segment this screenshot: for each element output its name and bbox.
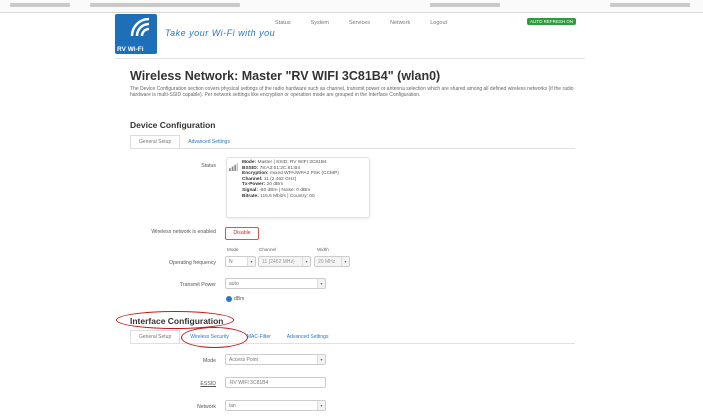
nav-services[interactable]: Services (349, 20, 370, 26)
nav-status[interactable]: Status (275, 20, 291, 26)
top-navigation: Status System Services Network Logout (275, 20, 447, 26)
dbm-help: dBm (226, 296, 244, 302)
chevron-down-icon: ▾ (317, 355, 325, 364)
status-value: Master | SSID: RV WIFI 3C81B4 (256, 160, 327, 165)
top-divider (0, 12, 703, 13)
interface-mode-value: Access Point (229, 357, 258, 363)
chevron-down-icon: ▾ (341, 257, 349, 266)
network-label: Network (196, 404, 216, 410)
status-line-bitrate: Bitrate: 115.6 Mbit/s | Country: 00 (242, 194, 339, 200)
status-value: 115.6 Mbit/s | Country: 00 (258, 193, 315, 199)
mode-label: Mode (203, 358, 216, 364)
status-details: Mode: Master | SSID: RV WIFI 3C81B4 BSSI… (242, 160, 339, 199)
chevron-down-icon: ▾ (247, 257, 255, 266)
device-config-heading: Device Configuration (130, 120, 216, 130)
channel-sublabel: Channel (259, 247, 277, 252)
channel-select-value: 11 (2462 MHz) (262, 259, 295, 265)
width-select-value: 20 MHz (318, 259, 336, 265)
nav-logout[interactable]: Logout (430, 20, 447, 26)
nav-network[interactable]: Network (390, 20, 410, 26)
network-select[interactable]: lan ▾ (225, 400, 326, 411)
status-key: Mode: (242, 160, 257, 165)
tagline: Take your Wi-Fi with you (165, 28, 276, 38)
disable-button[interactable]: Disable (225, 227, 259, 240)
transmit-power-value: auto (229, 281, 239, 287)
mode-sublabel: Mode (227, 247, 239, 252)
browser-chrome (0, 0, 703, 12)
status-value: -60 dBm | Noise: 0 dBm (258, 187, 311, 193)
auto-refresh-badge[interactable]: AUTO REFRESH ON (527, 18, 577, 25)
help-icon (226, 296, 232, 302)
wifi-icon (130, 17, 150, 37)
rv-wifi-logo[interactable]: RV Wi-Fi (115, 14, 157, 54)
network-value: lan (229, 403, 236, 409)
mode-select[interactable]: N ▾ (225, 256, 256, 267)
dbm-text: dBm (234, 296, 245, 302)
status-key: BSSID: (242, 165, 259, 171)
chevron-down-icon: ▾ (317, 279, 325, 288)
interface-mode-select[interactable]: Access Point ▾ (225, 354, 326, 365)
logo-text: RV Wi-Fi (117, 46, 144, 53)
mode-select-value: N (229, 259, 233, 265)
status-key: Bitrate: (242, 193, 259, 199)
status-value: 78:A3:51:3C:81:B4 (258, 165, 301, 171)
channel-select[interactable]: 11 (2462 MHz) ▾ (258, 256, 311, 267)
essid-label: ESSID (200, 381, 216, 387)
device-config-tabs: General Setup Advanced Settings (130, 135, 238, 148)
status-label: Status (201, 163, 216, 169)
status-value: mixed WPA/WPA2 PSK (CCMP) (268, 171, 339, 177)
signal-icon (229, 162, 238, 171)
chevron-down-icon: ▾ (302, 257, 310, 266)
essid-input[interactable]: RV WIFI 3C81B4 (225, 377, 326, 388)
page-title: Wireless Network: Master "RV WIFI 3C81B4… (130, 69, 441, 83)
status-key: Signal: (242, 187, 258, 193)
tab-general-setup[interactable]: General Setup (130, 330, 181, 343)
chevron-down-icon: ▾ (317, 401, 325, 410)
operating-frequency-label: Operating frequency (168, 260, 216, 266)
status-value: 20 dBm (265, 182, 284, 188)
width-select[interactable]: 20 MHz ▾ (314, 256, 350, 267)
width-sublabel: Width (317, 247, 329, 252)
tab-general-setup[interactable]: General Setup (130, 135, 181, 148)
tab-advanced-settings[interactable]: Advanced Settings (279, 331, 337, 343)
enabled-label: Wireless network is enabled (151, 229, 216, 235)
site-header: RV Wi-Fi Take your Wi-Fi with you Status… (115, 14, 585, 56)
tab-divider (130, 148, 575, 149)
transmit-power-label: Transmit Power (179, 282, 216, 288)
transmit-power-select[interactable]: auto ▾ (225, 278, 326, 289)
status-key: Tx-Power: (242, 182, 266, 188)
header-divider (115, 58, 585, 59)
status-key: Encryption: (242, 171, 269, 177)
annotation-circle-tab (181, 327, 248, 348)
page-description: The Device Configuration section covers … (130, 86, 574, 99)
tab-advanced-settings[interactable]: Advanced Settings (180, 136, 238, 148)
nav-system[interactable]: System (311, 20, 329, 26)
